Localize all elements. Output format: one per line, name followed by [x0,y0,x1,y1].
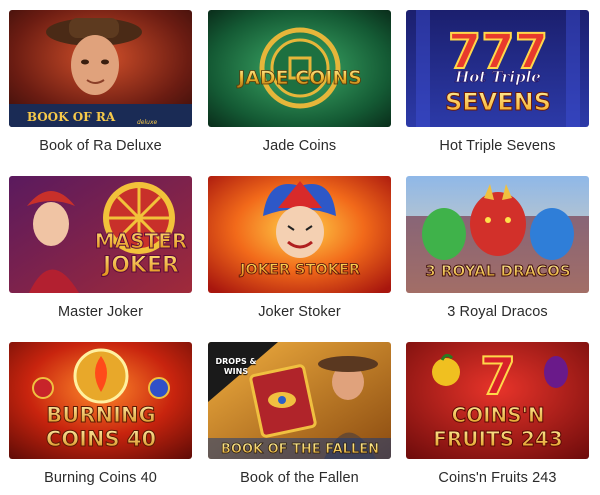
burning-coins-artwork: BURNING COINS 40 [9,342,192,459]
book-of-ra-artwork: BOOK OF RA deluxe [9,10,192,127]
game-thumbnail[interactable]: BOOK OF THE FALLEN DROPS & WINS [208,342,391,459]
game-logo-text: JOKER STOKER [239,262,360,278]
joker-stoker-artwork: JOKER STOKER [208,176,391,293]
game-title[interactable]: Book of Ra Deluxe [9,137,192,155]
game-title[interactable]: Book of the Fallen [208,469,391,487]
game-logo-text: 3 ROYAL DRACOS [425,262,570,280]
game-card-book-of-the-fallen[interactable]: BOOK OF THE FALLEN DROPS & WINS Book of … [208,342,391,487]
coins-n-fruits-artwork: 7 COINS'N FRUITS 243 [406,342,589,459]
master-joker-artwork: MASTER JOKER [9,176,192,293]
game-logo-text: FRUITS 243 [433,427,563,451]
game-logo-subtext: MASTER [95,229,188,253]
game-card-burning-coins-40[interactable]: BURNING COINS 40 Burning Coins 40 [9,342,192,487]
hot-triple-sevens-artwork: 777 Hot Triple SEVENS [406,10,589,127]
game-card-jade-coins[interactable]: JADE COINS Jade Coins [208,10,391,155]
game-logo-subtext: deluxe [137,119,158,126]
game-card-coins-n-fruits-243[interactable]: 7 COINS'N FRUITS 243 Coins'n Fruits 243 [406,342,589,487]
game-thumbnail[interactable]: 777 Hot Triple SEVENS [406,10,589,127]
game-thumbnail[interactable]: BURNING COINS 40 [9,342,192,459]
jade-coins-artwork: JADE COINS [208,10,391,127]
game-logo-text: SEVENS [445,88,551,116]
game-title[interactable]: Burning Coins 40 [9,469,192,487]
game-grid: BOOK OF RA deluxe Book of Ra Deluxe JADE… [0,0,600,495]
svg-text:7: 7 [480,347,516,407]
game-logo-text: BOOK OF THE FALLEN [221,442,379,457]
game-logo-subtext: Hot Triple [454,68,541,86]
game-thumbnail[interactable]: JADE COINS [208,10,391,127]
game-thumbnail[interactable]: 3 ROYAL DRACOS [406,176,589,293]
game-logo-text: JOKER [101,253,179,278]
game-thumbnail[interactable]: JOKER STOKER [208,176,391,293]
game-title[interactable]: Master Joker [9,303,192,321]
game-card-hot-triple-sevens[interactable]: 777 Hot Triple SEVENS Hot Triple Sevens [406,10,589,155]
game-logo-subtext: BURNING [46,403,155,427]
game-title[interactable]: 3 Royal Dracos [406,303,589,321]
game-title[interactable]: Joker Stoker [208,303,391,321]
game-thumbnail[interactable]: 7 COINS'N FRUITS 243 [406,342,589,459]
game-card-book-of-ra-deluxe[interactable]: BOOK OF RA deluxe Book of Ra Deluxe [9,10,192,155]
drops-and-wins-badge: DROPS & WINS [215,357,257,376]
game-logo-text: COINS 40 [46,427,156,451]
game-title[interactable]: Hot Triple Sevens [406,137,589,155]
game-title[interactable]: Jade Coins [208,137,391,155]
game-logo-text: BOOK OF RA [27,110,116,124]
royal-dracos-artwork: 3 ROYAL DRACOS [406,176,589,293]
game-card-master-joker[interactable]: MASTER JOKER Master Joker [9,176,192,321]
game-logo-text: JADE COINS [236,67,362,89]
game-logo-subtext: COINS'N [451,403,544,427]
game-title[interactable]: Coins'n Fruits 243 [406,469,589,487]
game-card-joker-stoker[interactable]: JOKER STOKER Joker Stoker [208,176,391,321]
game-card-3-royal-dracos[interactable]: 3 ROYAL DRACOS 3 Royal Dracos [406,176,589,321]
game-thumbnail[interactable]: MASTER JOKER [9,176,192,293]
game-thumbnail[interactable]: BOOK OF RA deluxe [9,10,192,127]
